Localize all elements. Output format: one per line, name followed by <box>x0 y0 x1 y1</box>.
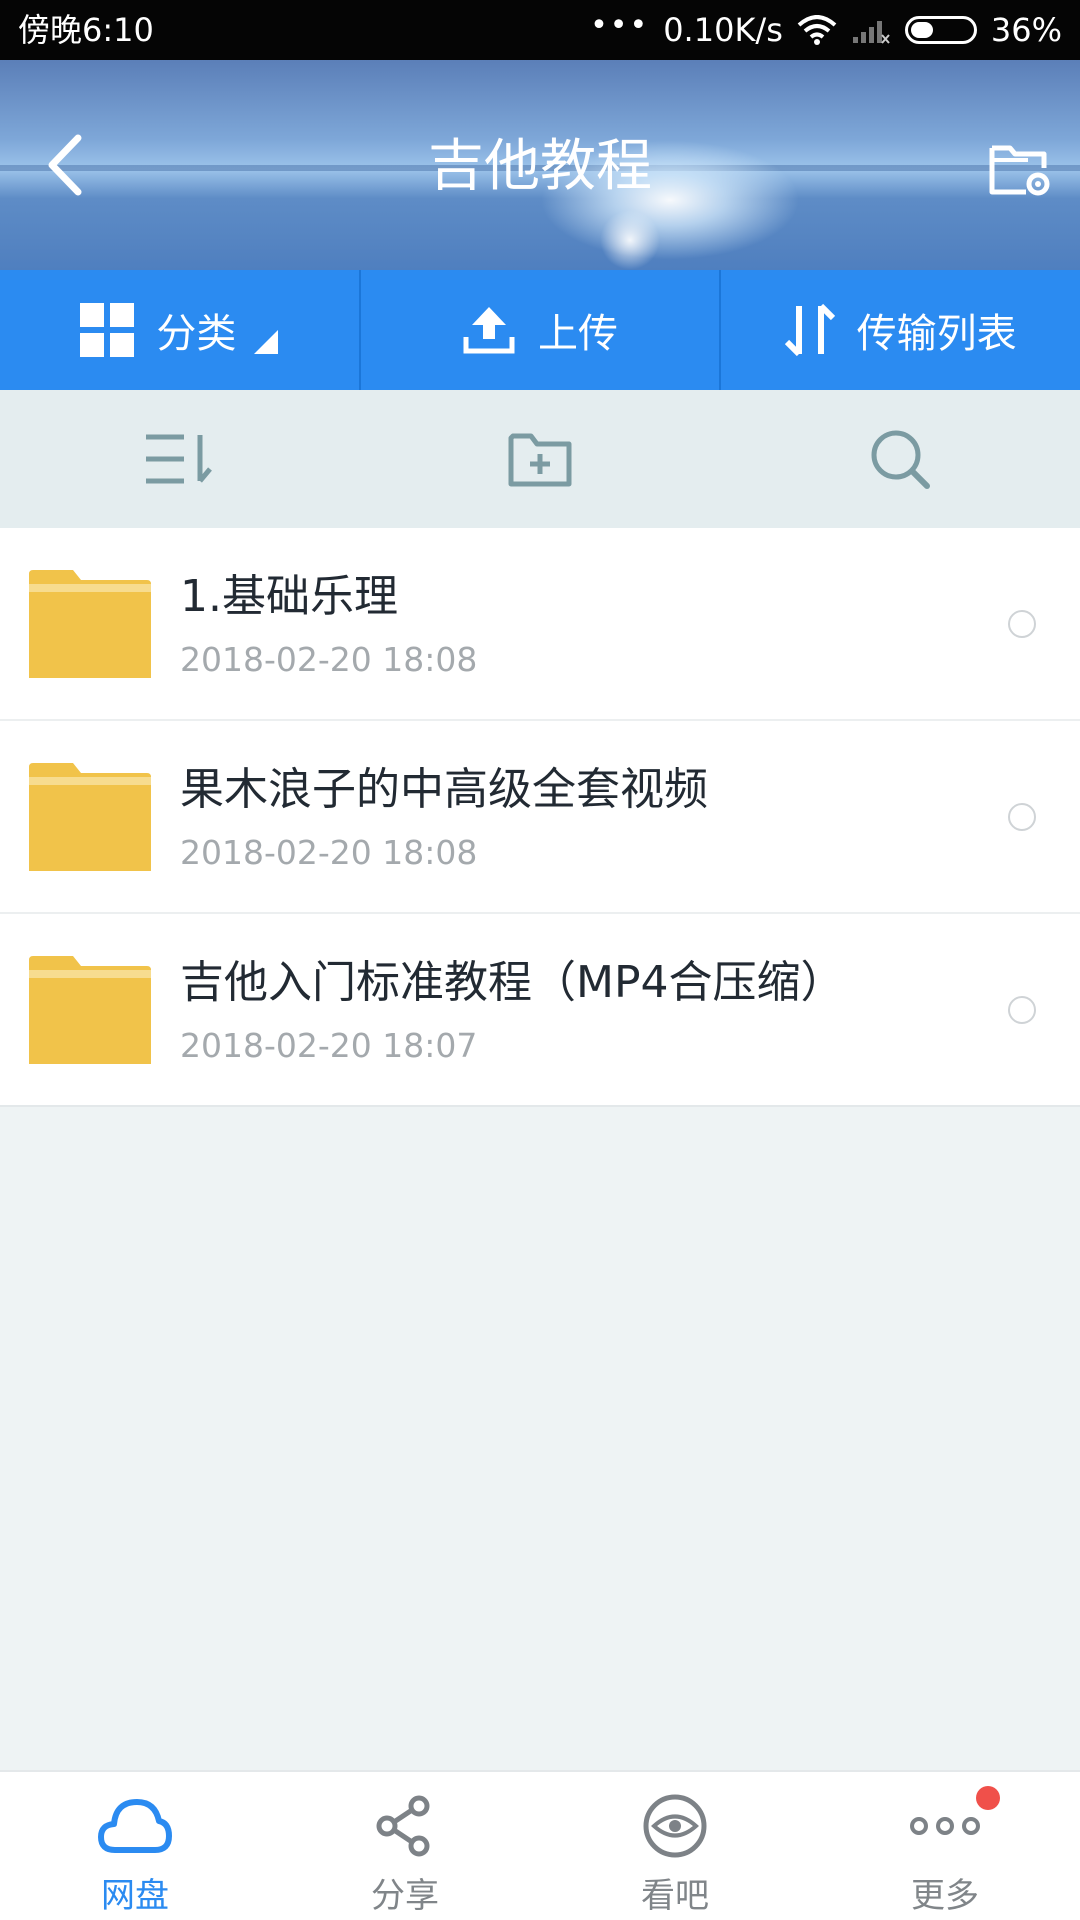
file-name: 吉他入门标准教程（MP4合压缩） <box>180 957 845 1008</box>
share-icon <box>376 1795 430 1857</box>
select-checkbox[interactable] <box>1008 803 1036 831</box>
upload-label: 上传 <box>538 311 618 357</box>
folder-settings-icon[interactable] <box>988 138 1052 198</box>
more-notifications-icon: ••• <box>590 7 650 43</box>
header-banner: 吉他教程 <box>0 60 1080 270</box>
list-item[interactable]: 果木浪子的中高级全套视频 2018-02-20 18:08 <box>0 721 1080 914</box>
upload-icon <box>463 307 515 354</box>
status-right: ••• 0.10K/s 36% <box>590 7 1062 50</box>
eye-icon <box>643 1794 707 1858</box>
status-time: 傍晚6:10 <box>18 11 154 49</box>
search-button[interactable] <box>720 390 1080 528</box>
sort-button[interactable] <box>0 390 360 528</box>
transfer-list-label: 传输列表 <box>856 311 1017 357</box>
cloud-icon <box>98 1799 172 1853</box>
nav-label: 看吧 <box>641 1876 709 1916</box>
nav-item-share[interactable]: 分享 <box>270 1772 540 1920</box>
nav-label: 网盘 <box>101 1876 169 1916</box>
list-item[interactable]: 吉他入门标准教程（MP4合压缩） 2018-02-20 18:07 <box>0 914 1080 1107</box>
network-speed: 0.10K/s <box>663 11 783 49</box>
nav-label: 更多 <box>911 1876 979 1916</box>
folder-icon <box>29 763 151 871</box>
category-button[interactable]: 分类 <box>0 270 359 390</box>
file-date: 2018-02-20 18:07 <box>180 1026 478 1065</box>
notification-badge <box>976 1786 1000 1810</box>
battery-icon <box>904 16 977 44</box>
transfer-list-button[interactable]: 传输列表 <box>719 270 1080 390</box>
bottom-navigation: 网盘 分享 看吧 更多 <box>0 1770 1080 1920</box>
file-date: 2018-02-20 18:08 <box>180 833 478 872</box>
dropdown-caret-icon <box>254 330 279 354</box>
transfer-icon <box>784 303 835 357</box>
status-bar: 傍晚6:10 ••• 0.10K/s 36% <box>0 0 1080 60</box>
list-item[interactable]: 1.基础乐理 2018-02-20 18:08 <box>0 528 1080 721</box>
nav-item-watch[interactable]: 看吧 <box>540 1772 810 1920</box>
cellular-signal-icon <box>852 21 890 44</box>
grid-icon <box>80 303 135 357</box>
new-folder-icon <box>508 433 572 487</box>
header-sea-glint <box>600 210 660 270</box>
nav-item-netdisk[interactable]: 网盘 <box>0 1772 270 1920</box>
battery-fill <box>910 22 933 38</box>
file-name: 果木浪子的中高级全套视频 <box>180 764 708 815</box>
nav-item-more[interactable]: 更多 <box>810 1772 1080 1920</box>
new-folder-button[interactable] <box>360 390 720 528</box>
folder-icon <box>29 956 151 1064</box>
nav-label: 分享 <box>371 1876 439 1916</box>
file-list: 1.基础乐理 2018-02-20 18:08 果木浪子的中高级全套视频 201… <box>0 528 1080 1107</box>
more-icon <box>910 1817 980 1835</box>
wifi-icon <box>797 15 837 45</box>
sort-icon <box>146 434 212 484</box>
upload-button[interactable]: 上传 <box>358 270 720 390</box>
search-icon <box>871 430 930 489</box>
page-title: 吉他教程 <box>428 134 652 199</box>
file-name: 1.基础乐理 <box>180 571 398 622</box>
battery-percent: 36% <box>990 11 1062 49</box>
action-row <box>0 390 1080 528</box>
select-checkbox[interactable] <box>1008 996 1036 1024</box>
select-checkbox[interactable] <box>1008 610 1036 638</box>
file-date: 2018-02-20 18:08 <box>180 640 478 679</box>
folder-icon <box>29 570 151 678</box>
category-label: 分类 <box>156 311 237 357</box>
main-toolbar: 分类 上传 传输列表 <box>0 270 1080 390</box>
